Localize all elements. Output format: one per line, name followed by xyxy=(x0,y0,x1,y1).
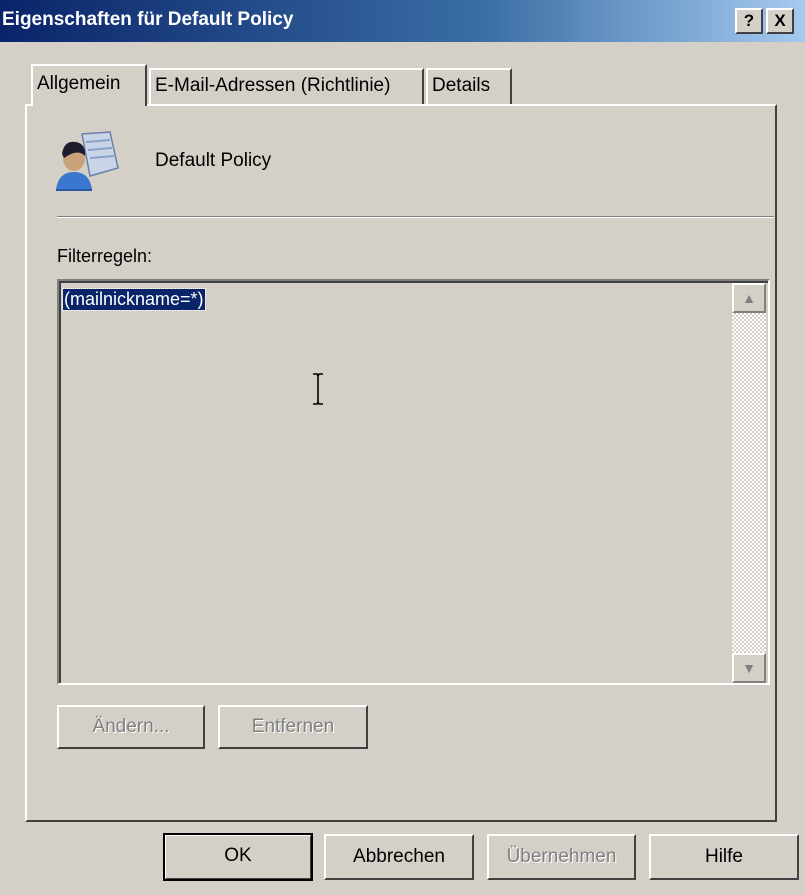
separator xyxy=(57,216,774,218)
tab-label: Details xyxy=(432,75,491,96)
scroll-up-arrow-icon[interactable]: ▲ xyxy=(732,283,766,313)
tab-email-adressen[interactable]: E-Mail-Adressen (Richtlinie) xyxy=(149,68,424,104)
tab-label: Allgemein xyxy=(37,73,121,94)
filter-rules-inner-border: (mailnickname=*) xyxy=(59,281,768,683)
filter-rules-scrollbar[interactable]: ▲ ▼ xyxy=(732,283,766,683)
ibeam-cursor-icon xyxy=(310,372,326,411)
scroll-down-arrow-icon[interactable]: ▼ xyxy=(732,653,766,683)
tab-allgemein[interactable]: Allgemein xyxy=(31,64,147,106)
title-bar[interactable]: Eigenschaften für Default Policy ? X xyxy=(0,0,805,42)
apply-button[interactable]: Übernehmen xyxy=(487,834,636,880)
tab-details[interactable]: Details xyxy=(426,68,512,104)
remove-button[interactable]: Entfernen xyxy=(218,705,368,749)
policy-user-icon xyxy=(52,128,122,201)
ok-button[interactable]: OK xyxy=(163,833,313,881)
policy-name: Default Policy xyxy=(155,150,272,171)
window-title: Eigenschaften für Default Policy xyxy=(2,9,294,30)
help-caption-button[interactable]: ? xyxy=(735,8,763,34)
tab-label: E-Mail-Adressen (Richtlinie) xyxy=(155,75,391,96)
filter-rule-selected-text[interactable]: (mailnickname=*) xyxy=(62,288,206,311)
cancel-button[interactable]: Abbrechen xyxy=(324,834,474,880)
filter-rules-textbox[interactable]: (mailnickname=*) xyxy=(57,279,770,685)
help-button[interactable]: Hilfe xyxy=(649,834,799,880)
change-button[interactable]: Ändern... xyxy=(57,705,205,749)
close-button[interactable]: X xyxy=(766,8,794,34)
filter-rules-label: Filterregeln: xyxy=(57,246,153,266)
